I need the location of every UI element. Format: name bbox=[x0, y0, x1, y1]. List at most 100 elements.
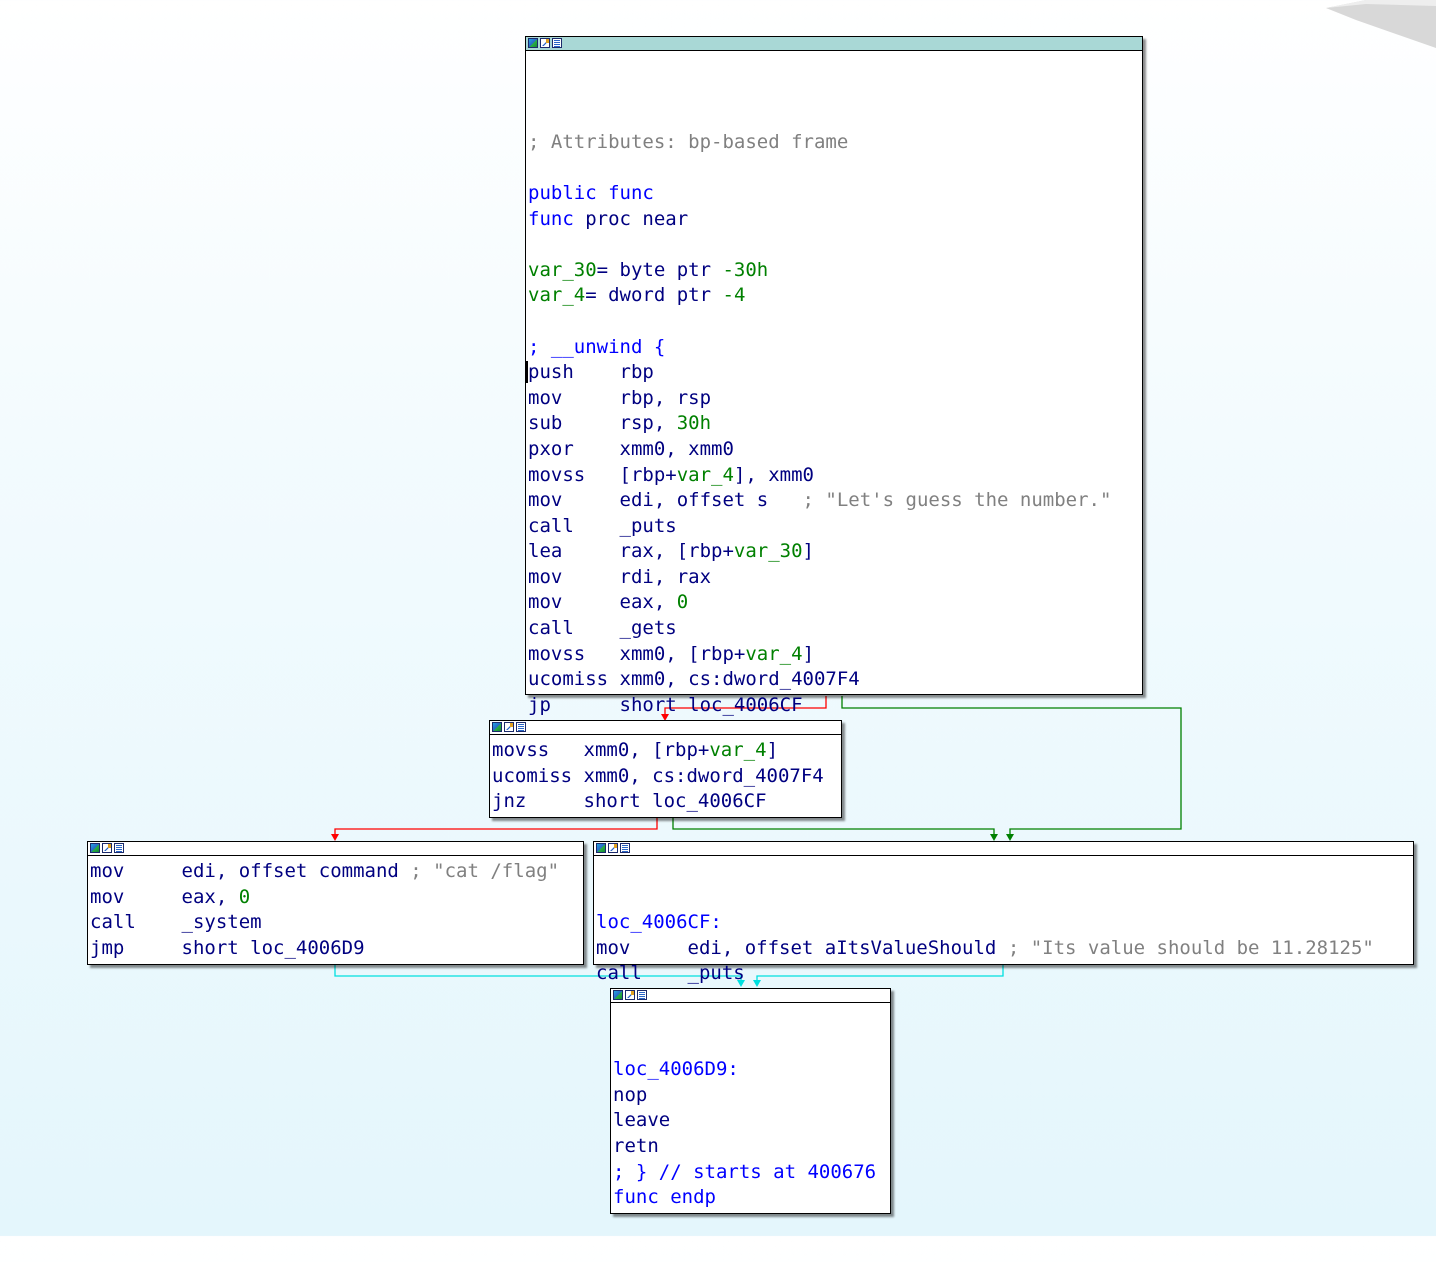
operand[interactable]: short loc_4006D9 bbox=[182, 937, 365, 959]
instruction-line[interactable]: ucomiss xmm0, cs:dword_4007F4 bbox=[492, 764, 841, 790]
operand[interactable]: rbp, rsp bbox=[620, 387, 712, 409]
instruction-line[interactable]: mov rdi, rax bbox=[528, 565, 1142, 591]
instruction-line[interactable]: call _system bbox=[90, 910, 583, 936]
edge-arrowhead bbox=[331, 834, 339, 841]
instruction-line[interactable]: ucomiss xmm0, cs:dword_4007F4 bbox=[528, 667, 1142, 693]
text-view-icon[interactable] bbox=[114, 843, 124, 853]
stack-var-name[interactable]: var_4 bbox=[528, 284, 585, 306]
graph-overview-icon[interactable] bbox=[504, 722, 514, 732]
instruction-line[interactable]: call _puts bbox=[596, 961, 1413, 987]
operand[interactable]: [rbp+ bbox=[620, 464, 677, 486]
node-listing[interactable]: loc_4006D9: nop leave retn; } // starts at … bbox=[611, 1003, 890, 1262]
graph-node-exit[interactable]: loc_4006D9: nop leave retn; } // starts at … bbox=[610, 988, 891, 1214]
text-view-icon[interactable] bbox=[620, 843, 630, 853]
instruction-line[interactable]: pxor xmm0, xmm0 bbox=[528, 437, 1142, 463]
mnemonic: call bbox=[528, 617, 620, 640]
instruction-line[interactable]: movss [rbp+var_4], xmm0 bbox=[528, 463, 1142, 489]
instruction-line[interactable]: call _gets bbox=[528, 616, 1142, 642]
operand-highlight[interactable]: 0 bbox=[239, 886, 250, 908]
color-node-icon[interactable] bbox=[613, 990, 623, 1000]
operand[interactable]: _puts bbox=[688, 962, 745, 984]
node-titlebar[interactable] bbox=[88, 842, 583, 856]
graph-overview-icon[interactable] bbox=[608, 843, 618, 853]
operand-highlight[interactable]: var_30 bbox=[734, 540, 803, 562]
instruction-line[interactable]: mov eax, 0 bbox=[528, 590, 1142, 616]
function-name[interactable]: func bbox=[608, 182, 654, 204]
instruction-line[interactable]: call _puts bbox=[528, 514, 1142, 540]
node-listing[interactable]: ; Attributes: bp-based frame public func f… bbox=[526, 51, 1142, 770]
instruction-line[interactable]: jp short loc_4006CF bbox=[528, 693, 1142, 719]
operand[interactable]: xmm0, cs:dword_4007F4 bbox=[584, 765, 824, 787]
operand[interactable]: _gets bbox=[620, 617, 677, 639]
instruction-line[interactable]: jnz short loc_4006CF bbox=[492, 789, 841, 815]
instruction-line[interactable]: mov eax, 0 bbox=[90, 885, 583, 911]
operand-highlight[interactable]: var_4 bbox=[677, 464, 734, 486]
node-titlebar[interactable] bbox=[611, 989, 890, 1003]
edge-arrowhead bbox=[990, 834, 998, 841]
node-titlebar[interactable] bbox=[594, 842, 1413, 856]
stack-var-name[interactable]: var_30 bbox=[528, 259, 597, 281]
instruction-line[interactable]: movss xmm0, [rbp+var_4] bbox=[528, 642, 1142, 668]
color-node-icon[interactable] bbox=[528, 38, 538, 48]
instruction-line[interactable]: jmp short loc_4006D9 bbox=[90, 936, 583, 962]
unwind-comment: ; __unwind { bbox=[528, 335, 666, 358]
operand[interactable]: edi, offset aItsValueShould bbox=[688, 937, 997, 959]
operand[interactable]: edi, offset s bbox=[620, 489, 769, 511]
operand[interactable]: short loc_4006CF bbox=[584, 790, 767, 812]
instruction-line[interactable]: retn bbox=[613, 1134, 890, 1160]
mnemonic: call bbox=[90, 911, 182, 934]
node-listing[interactable]: movss xmm0, [rbp+var_4] ucomiss xmm0, cs:… bbox=[490, 735, 841, 815]
color-node-icon[interactable] bbox=[492, 722, 502, 732]
instruction-line[interactable]: mov edi, offset s ; "Let's guess the num… bbox=[528, 488, 1142, 514]
stack-var-offset: -4 bbox=[722, 284, 746, 307]
text-view-icon[interactable] bbox=[516, 722, 526, 732]
operand[interactable]: xmm0, [rbp+ bbox=[584, 739, 710, 761]
text-view-icon[interactable] bbox=[552, 38, 562, 48]
operand[interactable]: edi, offset command bbox=[182, 860, 399, 882]
operand[interactable]: rax, [rbp+ bbox=[620, 540, 734, 562]
color-node-icon[interactable] bbox=[596, 843, 606, 853]
graph-overview-icon[interactable] bbox=[625, 990, 635, 1000]
instruction-line[interactable]: mov edi, offset aItsValueShould ; "Its v… bbox=[596, 936, 1413, 962]
instruction-line[interactable]: sub rsp, 30h bbox=[528, 411, 1142, 437]
operand[interactable]: rdi, rax bbox=[620, 566, 712, 588]
function-name[interactable]: func bbox=[528, 208, 574, 230]
mnemonic: ucomiss bbox=[528, 668, 620, 691]
node-listing[interactable]: mov edi, offset command ; "cat /flag" mov… bbox=[88, 856, 583, 961]
operand-highlight[interactable]: var_4 bbox=[745, 643, 802, 665]
instruction-line[interactable]: push rbp bbox=[526, 360, 1142, 386]
graph-overview-icon[interactable] bbox=[540, 38, 550, 48]
operand[interactable]: _puts bbox=[620, 515, 677, 537]
instruction-line[interactable]: mov rbp, rsp bbox=[528, 386, 1142, 412]
operand[interactable]: xmm0, cs:dword_4007F4 bbox=[620, 668, 860, 690]
operand[interactable]: xmm0, [rbp+ bbox=[620, 643, 746, 665]
edge-check-to-fail bbox=[672, 818, 995, 836]
instruction-line[interactable]: mov edi, offset command ; "cat /flag" bbox=[90, 859, 583, 885]
node-titlebar[interactable] bbox=[526, 37, 1142, 51]
node-titlebar[interactable] bbox=[490, 721, 841, 735]
color-node-icon[interactable] bbox=[90, 843, 100, 853]
instruction-line[interactable]: movss xmm0, [rbp+var_4] bbox=[492, 738, 841, 764]
operand: ] bbox=[802, 540, 814, 563]
graph-overview-icon[interactable] bbox=[102, 843, 112, 853]
operand[interactable]: short loc_4006CF bbox=[620, 694, 803, 716]
operand[interactable]: eax, bbox=[620, 591, 677, 613]
operand[interactable]: xmm0, xmm0 bbox=[620, 438, 734, 460]
instruction-line[interactable]: nop bbox=[613, 1083, 890, 1109]
operand-highlight[interactable]: var_4 bbox=[709, 739, 766, 761]
instruction-line[interactable]: leave bbox=[613, 1108, 890, 1134]
operand[interactable]: eax, bbox=[182, 886, 239, 908]
operand-highlight[interactable]: 30h bbox=[677, 412, 711, 434]
operand[interactable]: rbp bbox=[620, 361, 654, 383]
location-label[interactable]: loc_4006CF: bbox=[596, 910, 1413, 936]
graph-node-entry[interactable]: ; Attributes: bp-based frame public func f… bbox=[525, 36, 1143, 716]
instruction-line[interactable]: lea rax, [rbp+var_30] bbox=[528, 539, 1142, 565]
graph-node-fail[interactable]: loc_4006CF: mov edi, offset aItsValueShou… bbox=[593, 841, 1414, 984]
operand-highlight[interactable]: 0 bbox=[677, 591, 688, 613]
text-view-icon[interactable] bbox=[637, 990, 647, 1000]
graph-node-system[interactable]: mov edi, offset command ; "cat /flag" mov… bbox=[87, 841, 584, 965]
operand[interactable]: rsp, bbox=[620, 412, 677, 434]
operand[interactable]: _system bbox=[182, 911, 262, 933]
location-label[interactable]: loc_4006D9: bbox=[613, 1057, 890, 1083]
graph-node-check[interactable]: movss xmm0, [rbp+var_4] ucomiss xmm0, cs:… bbox=[489, 720, 842, 818]
